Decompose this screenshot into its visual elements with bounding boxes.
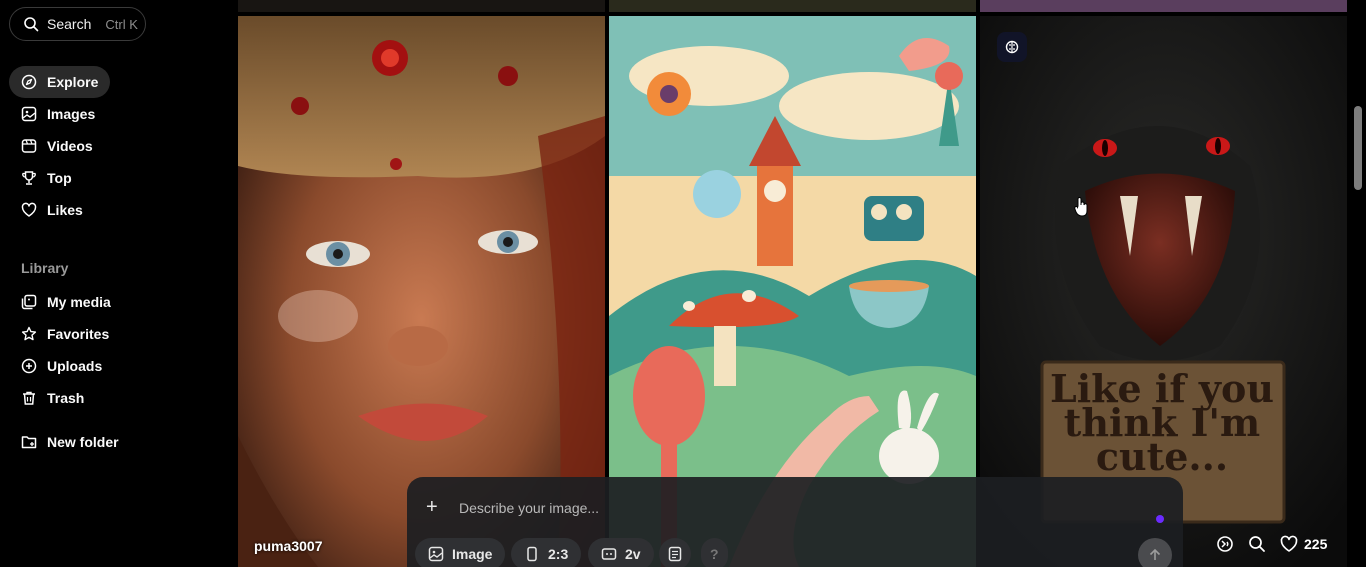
image-icon (21, 106, 37, 122)
sidebar: Search Ctrl K Explore Images Videos Top … (0, 0, 236, 567)
arrow-up-icon (1147, 547, 1163, 563)
nav-label: Likes (47, 202, 83, 218)
zoom-icon[interactable] (1248, 535, 1266, 553)
nav-label: Trash (47, 390, 85, 406)
portrait-icon (524, 546, 540, 562)
nav-item-videos[interactable]: Videos (9, 130, 105, 162)
image-icon (428, 546, 444, 562)
submit-button[interactable] (1138, 538, 1172, 567)
nav-item-images[interactable]: Images (9, 98, 107, 130)
search-button[interactable]: Search Ctrl K (9, 7, 146, 41)
star-icon (21, 326, 37, 342)
help-button[interactable]: ? (701, 538, 728, 567)
like-count: 225 (1304, 536, 1328, 552)
nav-label: New folder (47, 434, 119, 450)
tile-actions: 225 (1216, 535, 1327, 553)
like-button[interactable]: 225 (1280, 535, 1327, 553)
heart-icon (1280, 535, 1298, 553)
search-icon (23, 16, 39, 32)
gallery-tile-partial[interactable] (980, 0, 1347, 12)
prompt-input[interactable]: Describe your image... (459, 500, 599, 516)
plus-circle-icon (21, 358, 37, 374)
nav-label: Videos (47, 138, 93, 154)
sign-text: Like if you think I'm cute... (1050, 366, 1274, 479)
library-heading: Library (21, 260, 69, 276)
nav-label: Favorites (47, 326, 110, 342)
nav-label: My media (47, 294, 111, 310)
gallery-tile-partial[interactable] (238, 0, 605, 12)
status-dot (1156, 515, 1164, 523)
nav-item-new-folder[interactable]: New folder (9, 426, 131, 458)
search-label: Search (47, 16, 92, 32)
variations-button[interactable]: 2v (588, 538, 654, 567)
help-icon: ? (710, 546, 719, 562)
chip-label: Image (452, 546, 493, 562)
trash-icon (21, 390, 37, 406)
variations-icon (601, 546, 617, 562)
style-icon (667, 546, 683, 562)
trophy-icon (21, 170, 37, 186)
nav-item-my-media[interactable]: My media (9, 286, 123, 318)
nav-label: Top (47, 170, 72, 186)
nav-item-top[interactable]: Top (9, 162, 84, 194)
prompt-bar: + Describe your image... Image 2:3 2v ? (407, 477, 1183, 567)
author-name[interactable]: puma3007 (254, 538, 322, 554)
compass-icon (21, 74, 37, 90)
chip-label: 2v (625, 546, 641, 562)
hand-cursor-icon (1074, 197, 1088, 217)
folder-plus-icon (21, 434, 37, 450)
video-icon (21, 138, 37, 154)
model-badge[interactable] (997, 32, 1027, 62)
nav-label: Images (47, 106, 96, 122)
chip-label: 2:3 (548, 546, 569, 562)
style-button[interactable] (659, 538, 691, 567)
page-scrollbar[interactable] (1354, 106, 1362, 190)
mode-image-button[interactable]: Image (415, 538, 506, 567)
nav-label: Explore (47, 74, 99, 90)
nav-item-likes[interactable]: Likes (9, 194, 95, 226)
nav-item-explore[interactable]: Explore (9, 66, 111, 98)
add-attachment-icon[interactable]: + (426, 496, 438, 519)
brain-icon (1004, 39, 1020, 55)
remix-icon[interactable] (1216, 535, 1234, 553)
gallery-tile-partial[interactable] (609, 0, 976, 12)
nav-label: Uploads (47, 358, 103, 374)
nav-item-favorites[interactable]: Favorites (9, 318, 121, 350)
nav-item-uploads[interactable]: Uploads (9, 350, 114, 382)
aspect-ratio-button[interactable]: 2:3 (511, 538, 582, 567)
search-shortcut: Ctrl K (105, 16, 138, 32)
media-icon (21, 294, 37, 310)
heart-icon (21, 202, 37, 218)
nav-item-trash[interactable]: Trash (9, 382, 96, 414)
